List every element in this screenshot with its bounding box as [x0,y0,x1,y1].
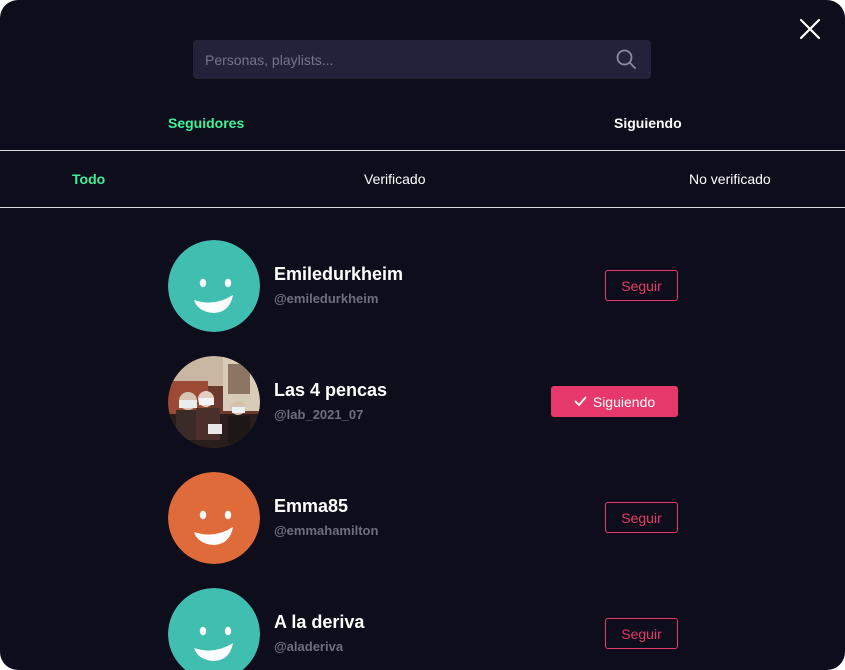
list-item: Emiledurkheim @emiledurkheim Seguir [168,240,688,332]
user-name[interactable]: Las 4 pencas [274,380,387,401]
user-handle: @aladeriva [274,639,344,654]
follow-button[interactable]: Seguir [605,270,678,301]
check-icon [574,396,587,406]
user-name[interactable]: A la deriva [274,612,364,633]
photo-avatar-icon [168,356,260,448]
tabs-divider [0,150,845,151]
following-button-label: Siguiendo [592,393,656,410]
user-handle: @lab_2021_07 [274,407,364,422]
search-input[interactable] [193,40,593,79]
follow-button-label: Seguir [621,625,662,642]
filters-divider [0,207,845,208]
user-name[interactable]: Emiledurkheim [274,264,403,285]
search-icon [616,49,636,69]
list-item: A la deriva @aladeriva Seguir [168,588,688,670]
filter-todo[interactable]: Todo [72,171,105,187]
search-button[interactable] [615,48,637,70]
tab-siguiendo[interactable]: Siguiendo [614,115,682,131]
close-icon [799,18,821,40]
follow-button[interactable]: Seguir [605,502,678,533]
filter-verificado[interactable]: Verificado [364,171,425,187]
avatar[interactable] [168,588,260,670]
search-bar [193,40,651,79]
smiley-avatar-icon [168,588,260,670]
avatar[interactable] [168,356,260,448]
follow-button-label: Seguir [621,277,662,294]
following-button[interactable]: Siguiendo [551,386,678,417]
avatar[interactable] [168,472,260,564]
filter-no-verificado[interactable]: No verificado [689,171,771,187]
user-handle: @emiledurkheim [274,291,379,306]
smiley-avatar-icon [168,240,260,332]
avatar[interactable] [168,240,260,332]
list-item: Las 4 pencas @lab_2021_07 Siguiendo [168,356,688,448]
close-button[interactable] [798,17,822,41]
smiley-avatar-icon [168,472,260,564]
tab-seguidores[interactable]: Seguidores [168,115,244,131]
follow-button-label: Seguir [621,509,662,526]
user-handle: @emmahamilton [274,523,379,538]
follow-button[interactable]: Seguir [605,618,678,649]
followers-modal: Seguidores Siguiendo Todo Verificado No … [0,0,845,670]
list-item: Emma85 @emmahamilton Seguir [168,472,688,564]
user-name[interactable]: Emma85 [274,496,348,517]
